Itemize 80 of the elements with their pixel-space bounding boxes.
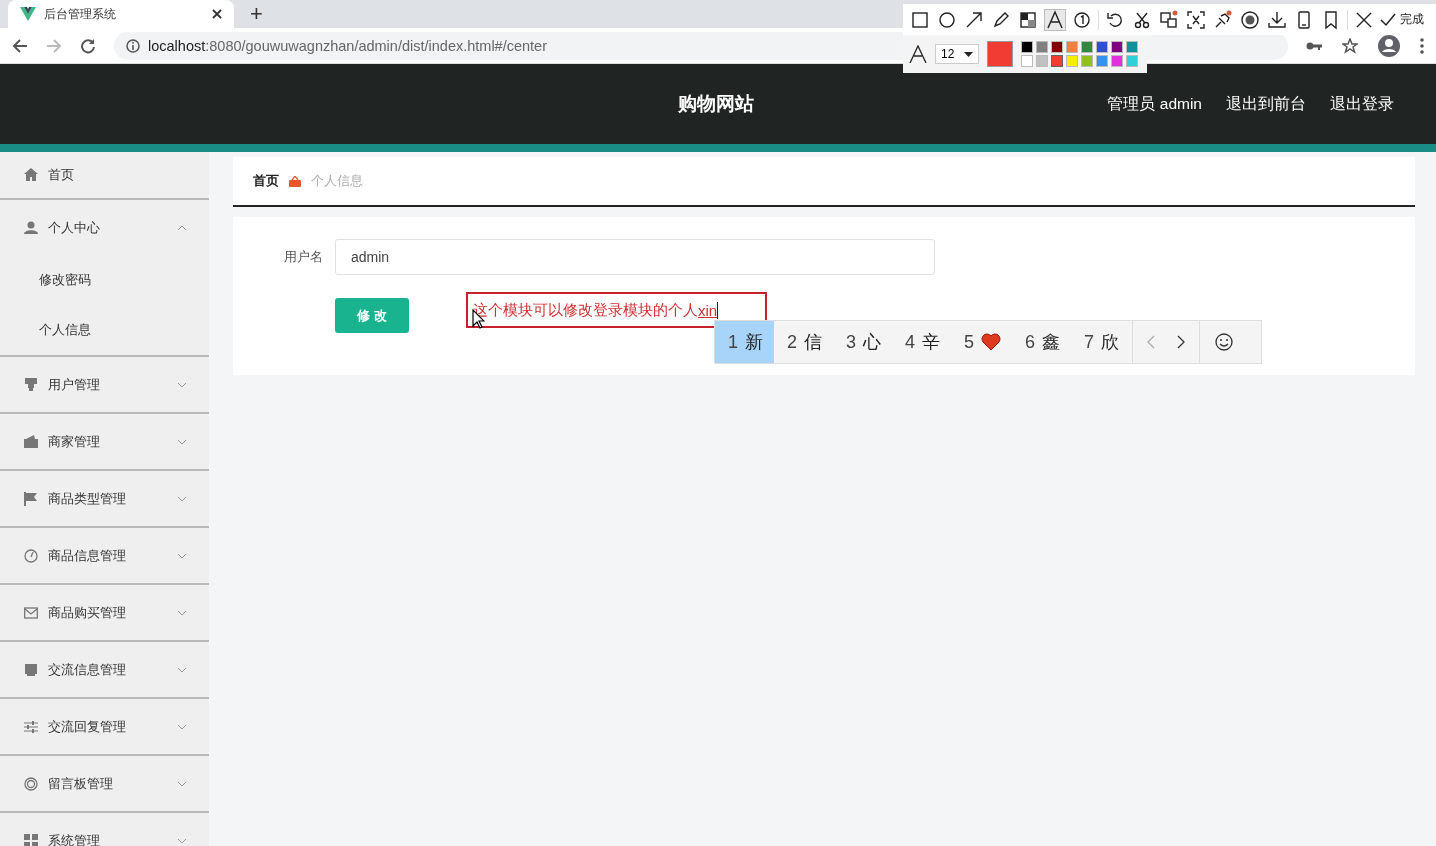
color-swatch[interactable] [1111, 55, 1123, 67]
field-label: 用户名 [283, 248, 323, 266]
next-page-icon[interactable] [1177, 335, 1186, 349]
color-swatch[interactable] [1066, 55, 1078, 67]
ime-candidate[interactable]: 7 欣 [1071, 321, 1131, 363]
color-swatch[interactable] [1096, 41, 1108, 53]
vue-logo-icon [20, 7, 36, 21]
breadcrumb-item[interactable]: 首页 [253, 172, 279, 190]
info-icon [126, 38, 140, 53]
reload-icon[interactable] [80, 37, 96, 54]
record-icon[interactable] [1239, 8, 1261, 31]
flag-icon [24, 491, 38, 506]
key-icon[interactable] [1306, 40, 1322, 51]
color-swatch[interactable] [1081, 41, 1093, 53]
color-swatch[interactable] [1036, 55, 1048, 67]
font-size-dropdown[interactable]: 12 [935, 44, 979, 64]
scan-icon[interactable] [1185, 8, 1207, 31]
url-text: localhost:8080/gouwuwagnzhan/admin/dist/index.html#/center [148, 37, 547, 54]
sidebar-item[interactable]: 商品信息管理 [0, 528, 209, 583]
color-swatch[interactable] [1021, 41, 1033, 53]
header-link[interactable]: 退出到前台 [1226, 93, 1306, 115]
browser-tab[interactable]: 后台管理系统 [8, 0, 234, 28]
home-icon [24, 168, 38, 182]
submenu-item[interactable]: 修改密码 [0, 255, 209, 305]
heart-icon [981, 333, 1002, 351]
color-swatch[interactable] [1066, 41, 1078, 53]
avatar-icon[interactable] [1378, 34, 1400, 57]
basket-icon [289, 175, 301, 187]
submenu-item[interactable]: 个人信息 [0, 305, 209, 355]
color-swatch[interactable] [1126, 55, 1138, 67]
header-link[interactable]: 退出登录 [1330, 93, 1394, 115]
sidebar-item[interactable]: 系统管理 [0, 813, 209, 846]
sidebar-item[interactable]: 商品类型管理 [0, 471, 209, 526]
site-title: 购物网站 [678, 92, 755, 116]
tab-title: 后台管理系统 [44, 5, 117, 23]
sidebar-item[interactable]: 留言板管理 [0, 756, 209, 811]
ime-candidate[interactable]: 1 新 [715, 321, 774, 363]
ime-candidate[interactable]: 5 [951, 321, 1013, 363]
color-swatch[interactable] [1051, 41, 1063, 53]
color-swatch[interactable] [1111, 41, 1123, 53]
ring-icon [24, 776, 38, 791]
new-tab-button[interactable]: + [250, 0, 263, 28]
grid-icon [24, 833, 38, 846]
color-swatch[interactable] [1051, 55, 1063, 67]
font-icon [909, 45, 927, 63]
username-field[interactable]: admin [335, 239, 935, 275]
ime-candidate[interactable]: 3 心 [833, 321, 893, 363]
caret-icon [964, 51, 973, 57]
sliders-icon [24, 719, 38, 734]
user-label: 管理员 admin [1107, 93, 1202, 114]
sidebar-item[interactable]: 交流回复管理 [0, 699, 209, 754]
wallet-icon [24, 434, 38, 449]
close-icon[interactable] [212, 9, 222, 19]
color-swatch[interactable] [1096, 55, 1108, 67]
ime-candidate[interactable]: 4 辛 [892, 321, 952, 363]
text-tool-icon[interactable] [1044, 8, 1066, 31]
back-icon[interactable] [12, 37, 28, 54]
ime-candidate[interactable]: 6 鑫 [1012, 321, 1072, 363]
ime-candidate[interactable]: 2 信 [774, 321, 834, 363]
user-icon [24, 220, 38, 235]
color-swatch[interactable] [1021, 55, 1033, 67]
color-swatch[interactable] [1081, 55, 1093, 67]
color-swatch[interactable] [1036, 41, 1048, 53]
current-color-swatch[interactable] [987, 41, 1013, 67]
stamp-icon [24, 377, 38, 392]
gauge-icon [24, 548, 38, 563]
sidebar-item[interactable]: 商品购买管理 [0, 585, 209, 640]
sidebar-item[interactable]: 个人中心 [0, 200, 209, 255]
sidebar-item[interactable]: 用户管理 [0, 357, 209, 412]
star-icon[interactable] [1342, 37, 1358, 54]
sidebar-item[interactable]: 首页 [0, 152, 209, 198]
sidebar-item[interactable]: 交流信息管理 [0, 642, 209, 697]
more-icon[interactable] [1420, 37, 1424, 54]
check-icon [1380, 12, 1396, 27]
done-button[interactable]: 完成 [1380, 11, 1424, 28]
breadcrumb-item: 个人信息 [311, 172, 363, 190]
envelope-icon [24, 605, 38, 620]
sidebar-item[interactable]: 商家管理 [0, 414, 209, 469]
color-swatch[interactable] [1126, 41, 1138, 53]
smiley-icon[interactable] [1215, 333, 1234, 351]
